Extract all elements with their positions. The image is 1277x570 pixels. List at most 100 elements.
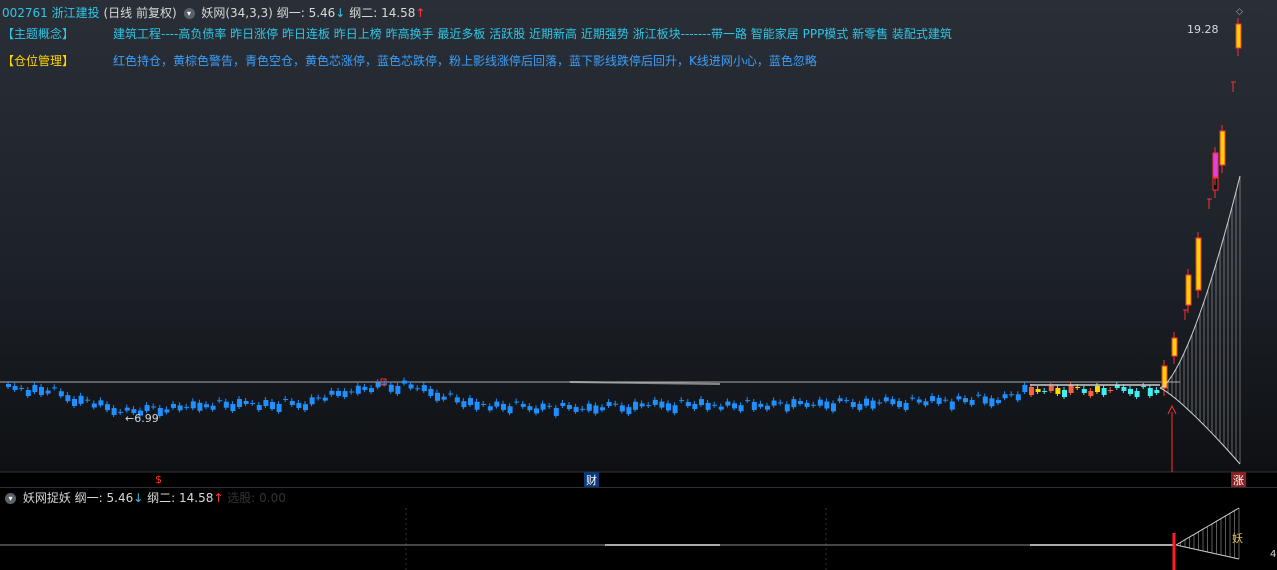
- candle-body: [976, 394, 982, 396]
- candle-body: [659, 401, 665, 408]
- candle-body: [758, 403, 764, 407]
- candle-body: [1055, 388, 1061, 394]
- breakout-candle: [1195, 237, 1202, 291]
- candle-body: [580, 408, 586, 410]
- candle-body: [692, 404, 698, 410]
- candle-body: [303, 404, 308, 411]
- candle-body: [468, 398, 473, 406]
- candle-body: [877, 402, 883, 404]
- diamond-icon: ◇: [1236, 7, 1243, 17]
- candle-body: [25, 390, 31, 396]
- candle-body: [289, 401, 295, 405]
- low-price-label: ←6.99: [125, 412, 159, 425]
- axis-band: [0, 472, 1277, 487]
- candle-body: [1121, 387, 1127, 391]
- candle-body: [705, 402, 711, 410]
- candle-body: [784, 404, 790, 412]
- indicator-name[interactable]: 妖网(34,3,3): [201, 6, 273, 20]
- candle-body: [481, 403, 487, 405]
- candle-body: [1029, 387, 1034, 395]
- finance-marker[interactable]: 财: [584, 472, 599, 488]
- candle-body: [270, 402, 275, 409]
- candle-body: [837, 398, 843, 402]
- candle-body: [19, 388, 25, 389]
- candle-body: [408, 384, 414, 389]
- candle-body: [1075, 387, 1081, 388]
- candle-body: [897, 401, 902, 408]
- candle-body: [1081, 389, 1087, 393]
- sub-line2-value: 14.58: [179, 491, 214, 505]
- candle-body: [177, 405, 183, 411]
- candle-body: [1128, 389, 1133, 394]
- candle-body: [415, 388, 421, 390]
- candle-body: [276, 404, 282, 412]
- candle-body: [1068, 385, 1074, 393]
- candle-body: [349, 391, 355, 393]
- candlestick-chart[interactable]: [0, 0, 1277, 487]
- candle-body: [151, 406, 157, 408]
- candle-body: [573, 406, 579, 412]
- candle-body: [250, 403, 256, 404]
- candle-body: [666, 403, 671, 411]
- candle-body: [811, 404, 817, 406]
- candle-body: [435, 392, 440, 401]
- candle-body: [263, 400, 269, 406]
- limit-up-marker[interactable]: 涨: [1231, 472, 1246, 488]
- candle-body: [936, 397, 942, 404]
- candle-body: [342, 391, 348, 398]
- candle-body: [217, 400, 223, 402]
- main-chart-panel[interactable]: 002761 浙江建投 (日线 前复权) ▾ 妖网(34,3,3) 纲一: 5.…: [0, 0, 1277, 488]
- candle-body: [751, 401, 757, 410]
- candle-body: [817, 399, 823, 406]
- yao-marker: 妖: [1232, 532, 1243, 545]
- candle-body: [111, 408, 117, 416]
- position-label: 【仓位管理】: [2, 54, 75, 68]
- candle-body: [963, 398, 968, 403]
- candle-body: [732, 403, 737, 409]
- stock-name[interactable]: 浙江建投: [52, 6, 100, 20]
- candle-body: [943, 399, 949, 401]
- down-arrow-icon: ↓: [335, 6, 346, 20]
- concept-label: 【主题概念】: [2, 27, 75, 41]
- circle-chevron-icon[interactable]: ▾: [183, 7, 195, 19]
- candle-body: [329, 390, 335, 395]
- position-text-row: 红色持仓，黄棕色警告，青色空仓，黄色芯涨停，蓝色芯跌停，粉上影线涨停后回落，蓝下…: [113, 52, 817, 69]
- candle-body: [184, 406, 190, 408]
- candle-body: [428, 388, 434, 396]
- candle-body: [982, 396, 988, 404]
- position-text: 红色持仓，黄棕色警告，青色空仓，黄色芯涨停，蓝色芯跌停，粉上影线涨停后回落，蓝下…: [113, 54, 817, 68]
- sub-indicator-panel[interactable]: ▾ 妖网捉妖 纲一: 5.46↓ 纲二: 14.58↑ 选股: 0.00 妖 4: [0, 487, 1277, 570]
- candle-body: [831, 403, 836, 412]
- candle-body: [791, 399, 797, 408]
- candle-body: [798, 401, 803, 405]
- candle-body: [738, 405, 744, 412]
- candle-body: [949, 401, 955, 410]
- candle-body: [223, 401, 229, 408]
- candle-body: [45, 390, 51, 394]
- candle-body: [534, 408, 539, 414]
- dollar-marker[interactable]: $: [155, 473, 162, 486]
- breakout-candle: [1212, 152, 1219, 178]
- stock-code[interactable]: 002761: [2, 6, 48, 20]
- candle-body: [65, 395, 71, 402]
- breakout-candle: [1219, 130, 1226, 166]
- candle-body: [890, 399, 896, 405]
- candle-body: [72, 398, 77, 406]
- candle-body: [501, 403, 506, 410]
- circle-chevron-icon[interactable]: ▾: [5, 492, 16, 504]
- candle-body: [441, 396, 447, 400]
- candle-body: [124, 407, 130, 411]
- candle-body: [1101, 388, 1107, 395]
- candle-body: [699, 399, 704, 406]
- candle-body: [850, 401, 856, 407]
- candle-body: [1147, 388, 1153, 396]
- candle-body: [1062, 390, 1067, 397]
- candle-body: [613, 403, 619, 405]
- candle-body: [296, 403, 302, 408]
- candle-body: [1108, 390, 1114, 391]
- candle-body: [1042, 391, 1048, 392]
- candle-body: [718, 406, 724, 410]
- sub-title[interactable]: 妖网捉妖: [23, 491, 71, 505]
- candle-body: [547, 405, 553, 407]
- candle-body: [58, 391, 64, 397]
